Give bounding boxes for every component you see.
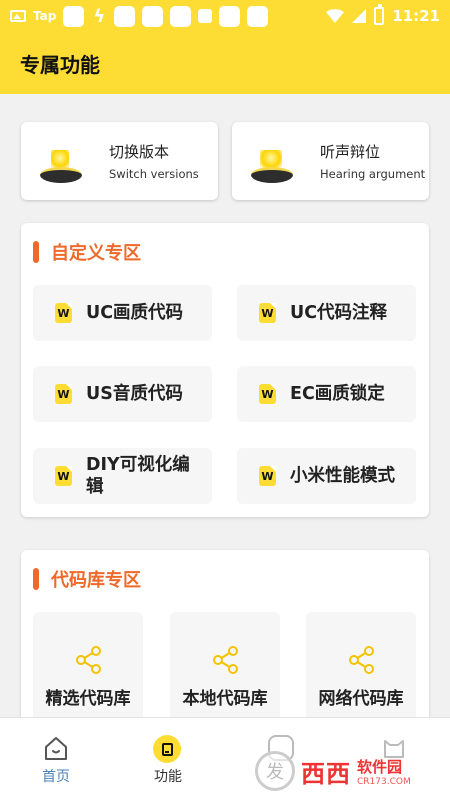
switch-versions-card[interactable]: 切换版本 Switch versions	[21, 122, 218, 200]
status-bar: Tap ϟ 11:21	[0, 0, 450, 32]
status-app-text: Tap	[33, 9, 57, 23]
status-time: 11:21	[392, 7, 440, 25]
watermark-subtitle: 软件园	[357, 757, 403, 776]
doc-w-icon: W	[55, 303, 72, 323]
us-audio-code-button[interactable]: W US音质代码	[33, 366, 212, 422]
lamp-icon	[21, 122, 91, 200]
diy-visual-editor-button[interactable]: W DIY可视化编辑	[33, 448, 212, 504]
tile-label: UC代码注释	[290, 303, 388, 323]
doc-w-icon: W	[259, 303, 276, 323]
card-title: 听声辩位	[320, 143, 381, 161]
doc-w-icon: W	[55, 384, 72, 404]
uc-code-notes-button[interactable]: W UC代码注释	[237, 285, 416, 341]
section-accent-bar	[33, 241, 39, 263]
watermark-url: CR173.COM	[357, 776, 411, 787]
page-title: 专属功能	[20, 54, 100, 77]
tile-label: DIY可视化编辑	[86, 455, 190, 497]
xiaomi-performance-mode-button[interactable]: W 小米性能模式	[237, 448, 416, 504]
doc-w-icon: W	[259, 384, 276, 404]
tile-label: EC画质锁定	[290, 384, 385, 404]
watermark-logo: 发 西西 软件园 CR173.COM	[255, 748, 445, 794]
section-title: 代码库专区	[51, 570, 141, 591]
network-library-button[interactable]: 网络代码库	[306, 612, 416, 722]
hearing-argument-card[interactable]: 听声辩位 Hearing argument	[232, 122, 429, 200]
notification-icon	[142, 5, 164, 27]
custom-section: 自定义专区 W UC画质代码 W UC代码注释 W US音质代码 W EC画质锁…	[21, 223, 429, 517]
share-icon	[213, 646, 238, 674]
uc-quality-code-button[interactable]: W UC画质代码	[33, 285, 212, 341]
tab-features[interactable]: 功能	[112, 718, 224, 800]
tile-label: UC画质代码	[86, 303, 184, 323]
share-icon	[76, 646, 101, 674]
ec-quality-lock-button[interactable]: W EC画质锁定	[237, 366, 416, 422]
watermark-title: 西西	[301, 759, 351, 788]
page-header: 专属功能	[0, 32, 450, 94]
share-icon	[349, 646, 374, 674]
notification-icon	[63, 5, 85, 27]
tile-label: 本地代码库	[182, 689, 268, 709]
doc-w-icon: W	[259, 466, 276, 486]
notification-icon	[170, 5, 192, 27]
features-icon	[153, 735, 181, 763]
battery-icon	[374, 4, 385, 25]
tile-label: US音质代码	[86, 384, 183, 404]
watermark-circle: 发	[255, 751, 295, 791]
bell-icon	[232, 122, 302, 200]
tab-home[interactable]: 首页	[0, 718, 112, 800]
local-library-button[interactable]: 本地代码库	[170, 612, 280, 722]
tile-label: 小米性能模式	[290, 466, 395, 486]
wifi-icon	[326, 9, 345, 23]
notification-icon	[247, 5, 269, 27]
notification-icon	[219, 5, 241, 27]
bolt-icon: ϟ	[93, 5, 106, 27]
section-accent-bar	[33, 568, 39, 590]
home-icon	[45, 737, 67, 760]
notification-icon	[114, 5, 136, 27]
tab-label: 功能	[154, 769, 182, 785]
doc-w-icon: W	[55, 466, 72, 486]
tile-label: 网络代码库	[318, 689, 404, 709]
notification-icon	[198, 9, 213, 23]
card-subtitle: Switch versions	[109, 167, 199, 181]
card-subtitle: Hearing argument	[320, 167, 426, 181]
card-title: 切换版本	[109, 143, 170, 161]
tab-label: 首页	[42, 769, 70, 785]
section-title: 自定义专区	[51, 243, 141, 264]
library-section: 代码库专区 精选代码库 本地代码库 网络代码库	[21, 550, 429, 740]
signal-icon	[352, 9, 367, 23]
image-notification-icon	[10, 10, 26, 22]
tile-label: 精选代码库	[45, 689, 131, 709]
featured-library-button[interactable]: 精选代码库	[33, 612, 143, 722]
